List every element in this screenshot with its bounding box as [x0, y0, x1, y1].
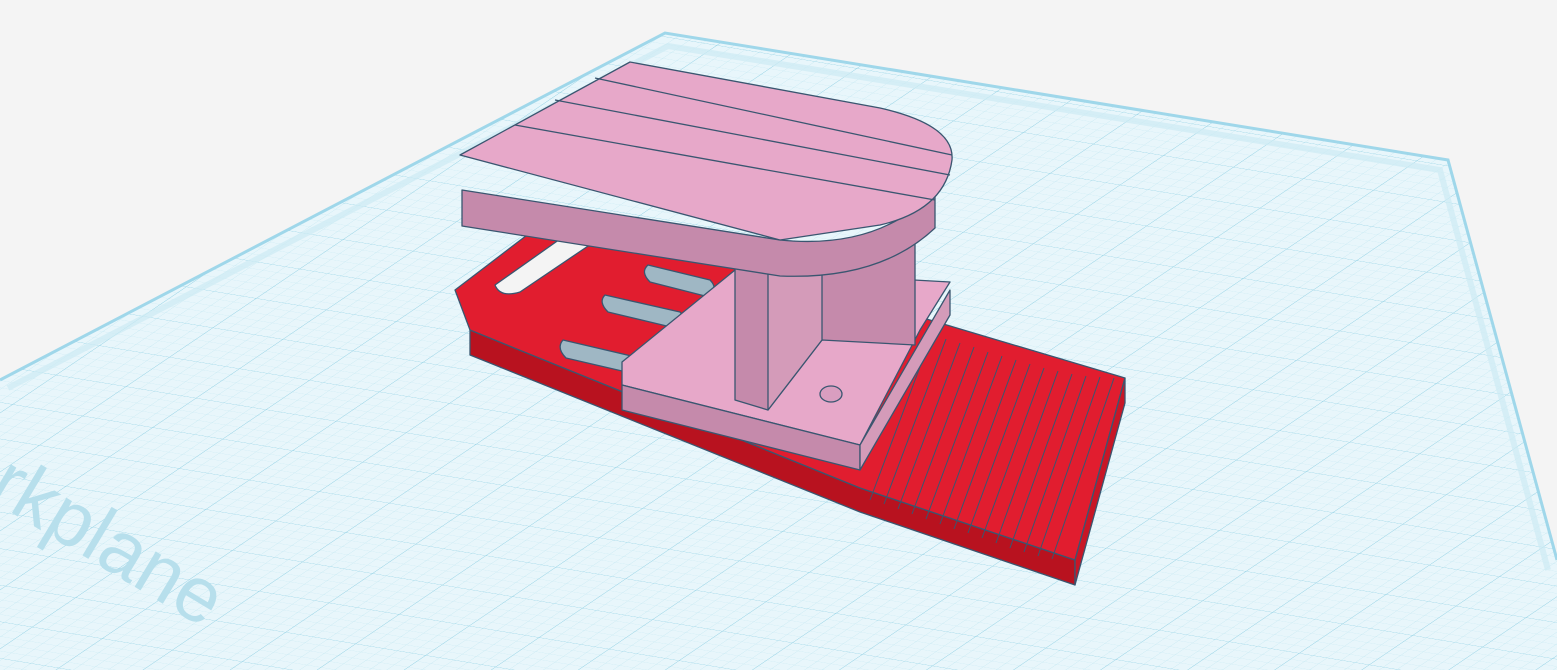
3d-viewport[interactable]: Workplane	[0, 0, 1557, 670]
screw-hole	[819, 385, 843, 403]
workplane-scene[interactable]: Workplane	[0, 0, 1557, 670]
